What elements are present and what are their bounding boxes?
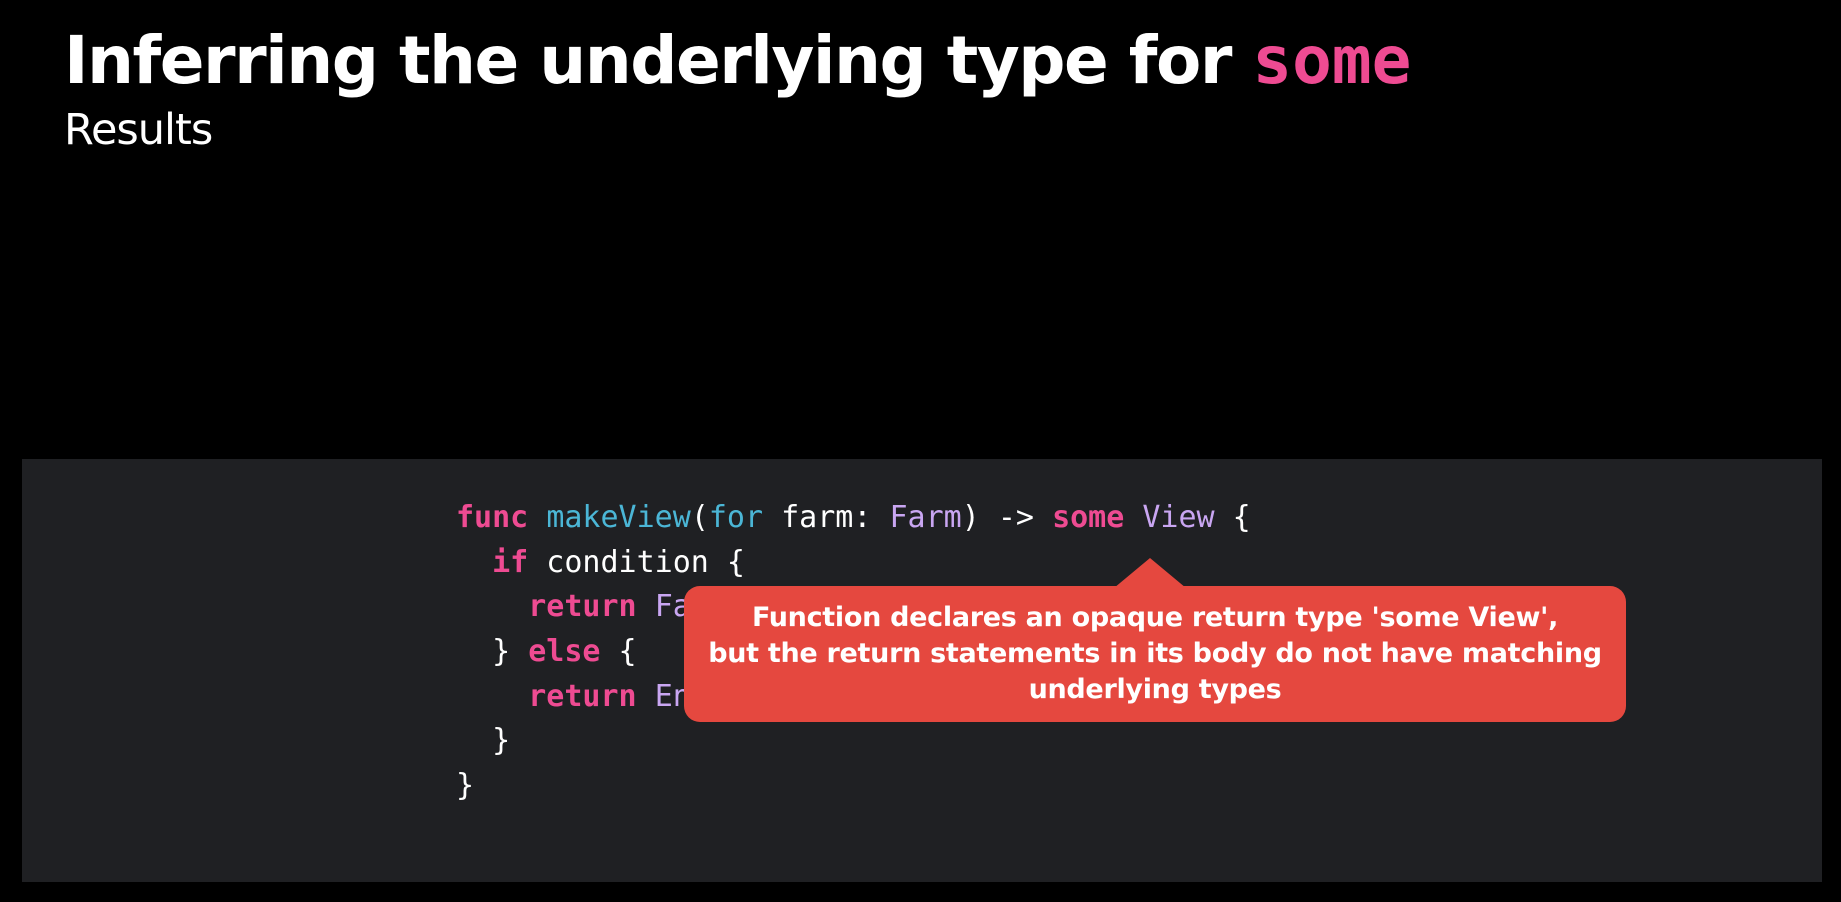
brace-open: {	[600, 634, 637, 670]
slide-subtitle: Results	[64, 105, 213, 155]
error-line-3: underlying types	[1028, 674, 1282, 705]
keyword-if: if	[492, 544, 529, 580]
keyword-some: some	[1052, 500, 1125, 535]
function-name: makeView	[546, 500, 691, 535]
title-text: Inferring the underlying type for	[64, 22, 1253, 99]
keyword-else: else	[528, 634, 601, 670]
brace-close: }	[492, 634, 529, 670]
keyword-return: return	[528, 589, 637, 625]
error-line-2: but the return statements in its body do…	[708, 638, 1602, 669]
paren-open: (	[690, 500, 709, 535]
brace-open: {	[1214, 500, 1251, 535]
keyword-return: return	[528, 678, 637, 714]
code-line-6: }	[456, 723, 511, 759]
slide-title: Inferring the underlying type for some	[64, 18, 1411, 104]
code-line-1: func makeView(for farm: Farm) -> some Vi…	[456, 496, 1251, 541]
keyword-for: for	[708, 500, 764, 535]
error-line-1: Function declares an opaque return type …	[751, 602, 1559, 633]
code-line-7: }	[456, 768, 475, 804]
error-callout: Function declares an opaque return type …	[684, 558, 1626, 722]
keyword-func: func	[456, 500, 529, 535]
return-arrow: ) ->	[961, 500, 1053, 535]
condition-text: condition {	[528, 544, 745, 580]
param-label: farm:	[763, 500, 890, 535]
type-farm: Farm	[889, 500, 962, 535]
type-view: View	[1142, 500, 1215, 535]
error-message: Function declares an opaque return type …	[708, 600, 1602, 708]
title-keyword: some	[1252, 22, 1412, 99]
